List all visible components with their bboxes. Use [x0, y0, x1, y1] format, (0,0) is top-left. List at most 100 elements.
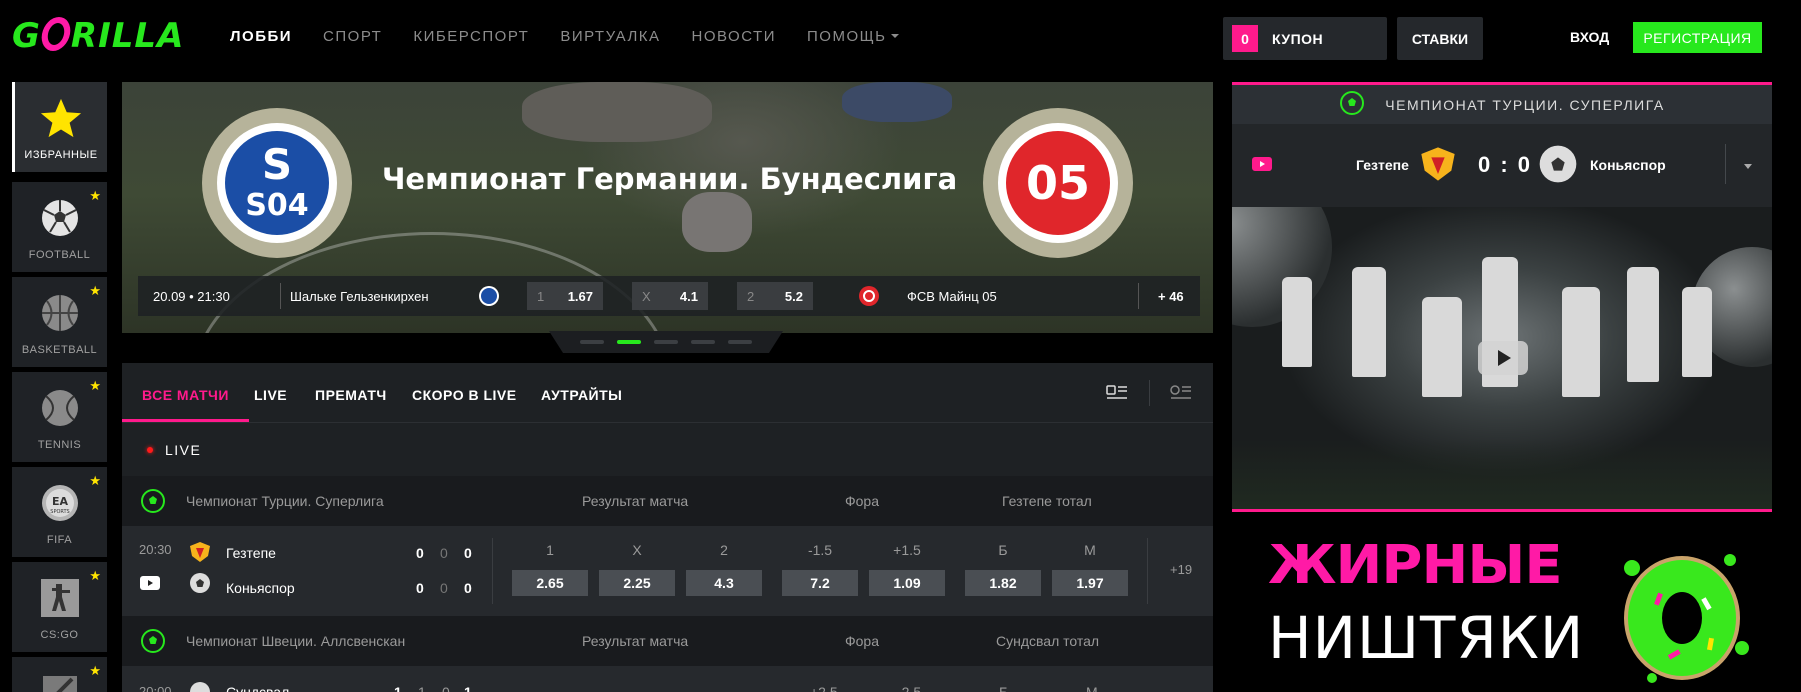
top-header: G RILLA ЛОББИ СПОРТ КИБЕРСПОРТ ВИРТУАЛКА …: [0, 0, 1801, 76]
widget-league-header: ЧЕМПИОНАТ ТУРЦИИ. СУПЕРЛИГА: [1232, 85, 1772, 124]
svg-text:SPORTS: SPORTS: [50, 509, 69, 515]
matches-panel: ВСЕ МАТЧИ LIVE ПРЕМАТЧ СКОРО В LIVE АУТР…: [122, 363, 1213, 692]
match-row[interactable]: 20:30 Гезтепе Коньяспор 0 0 0 0 0 0 1 2.…: [122, 526, 1213, 616]
tab-prematch[interactable]: ПРЕМАТЧ: [315, 387, 387, 403]
football-icon: [140, 628, 166, 657]
tab-outrights[interactable]: АУТРАЙТЫ: [541, 387, 622, 403]
sidebar-item-fifa[interactable]: ★ EA SPORTS FIFA: [12, 467, 107, 557]
match-time: 20:30: [139, 542, 172, 557]
tab-live[interactable]: LIVE: [254, 387, 287, 403]
odd-button[interactable]: 2.25: [599, 570, 675, 596]
odd-value: 5.2: [784, 288, 803, 304]
goztepe-logo: [188, 540, 212, 567]
market-label: Б: [999, 684, 1009, 692]
nav-sport[interactable]: СПОРТ: [323, 28, 382, 45]
league-header-turkey[interactable]: Чемпионат Турции. Суперлига Результат ма…: [122, 476, 1213, 526]
sidebar-item-football[interactable]: ★ FOOTBALL: [12, 182, 107, 272]
match-time: 20:00: [139, 684, 172, 692]
tab-all-matches[interactable]: ВСЕ МАТЧИ: [122, 387, 249, 422]
live-indicator-icon: [147, 446, 153, 453]
sidebar-item-dota[interactable]: ★: [12, 657, 107, 692]
pager-dot[interactable]: [580, 340, 604, 344]
nav-help[interactable]: ПОМОЩЬ: [807, 28, 899, 45]
sort-by-time-icon[interactable]: [1170, 383, 1192, 401]
nav-lobby[interactable]: ЛОББИ: [230, 28, 292, 45]
more-markets-link[interactable]: + 46: [1158, 289, 1184, 304]
market-label: -2.5: [897, 684, 922, 692]
divider: [492, 538, 493, 604]
video-player[interactable]: [1232, 207, 1772, 509]
favorite-star-icon[interactable]: ★: [89, 284, 101, 297]
match-row[interactable]: 20:00 Сундсвал 1 1 0 1 +2.5 -2.5 Б М: [122, 666, 1213, 692]
favorite-star-icon[interactable]: ★: [89, 474, 101, 487]
sidebar-item-basketball[interactable]: ★ BASKETBALL: [12, 277, 107, 367]
gorilla-logo[interactable]: G RILLA: [12, 16, 184, 56]
player-figure-decor: [1352, 267, 1386, 377]
player-figure-decor: [1627, 267, 1659, 382]
odd-button[interactable]: 1.82: [965, 570, 1041, 596]
svg-text:EA: EA: [51, 495, 68, 508]
football-icon: [1339, 90, 1365, 119]
odd-button-x[interactable]: X 4.1: [632, 282, 708, 310]
widget-score: 0 : 0: [1478, 152, 1533, 177]
football-icon: [38, 196, 82, 240]
svg-text:S04: S04: [245, 188, 308, 223]
away-team-name: Коньяспор: [226, 580, 295, 596]
more-markets-link[interactable]: +19: [1170, 562, 1192, 577]
sidebar-item-favorites[interactable]: ИЗБРАННЫЕ: [12, 82, 107, 172]
player-figure-decor: [1422, 297, 1462, 397]
player-figure-decor: [1682, 287, 1712, 377]
video-stream-icon[interactable]: [140, 576, 160, 593]
odd-key: X: [642, 288, 651, 304]
sidebar-item-tennis[interactable]: ★ TENNIS: [12, 372, 107, 462]
chevron-down-icon[interactable]: [1744, 164, 1752, 169]
pager-dot[interactable]: [654, 340, 678, 344]
market-header-result: Результат матча: [582, 633, 689, 649]
away-score-period: 0: [440, 580, 448, 596]
sort-by-league-icon[interactable]: [1106, 383, 1128, 401]
register-button[interactable]: РЕГИСТРАЦИЯ: [1633, 22, 1762, 53]
odd-button[interactable]: 2.65: [512, 570, 588, 596]
home-team-name: Шальке Гельзенкирхен: [290, 288, 429, 304]
divider: [1149, 380, 1150, 406]
odd-button[interactable]: 1.97: [1052, 570, 1128, 596]
basketball-icon: [38, 291, 82, 335]
player-figure-decor: [1562, 287, 1600, 397]
favorite-star-icon[interactable]: ★: [89, 189, 101, 202]
login-link[interactable]: ВХОД: [1570, 29, 1609, 45]
logo-text-start: G: [12, 16, 41, 56]
odd-key: 1: [537, 288, 545, 304]
league-header-sweden[interactable]: Чемпионат Швеции. Аллсвенскан Результат …: [122, 616, 1213, 666]
featured-match-banner[interactable]: S S04 Чемпионат Германии. Бундеслига 05 2…: [122, 82, 1213, 333]
odd-button[interactable]: 4.3: [686, 570, 762, 596]
nav-help-label: ПОМОЩЬ: [807, 28, 887, 45]
odd-button[interactable]: 1.09: [869, 570, 945, 596]
favorite-star-icon[interactable]: ★: [89, 379, 101, 392]
sundsvall-logo: [188, 680, 212, 692]
player-boot-decor: [842, 82, 952, 122]
tab-soon-live[interactable]: СКОРО В LIVE: [412, 387, 517, 403]
schalke-logo: S S04: [202, 108, 352, 258]
pager-dot[interactable]: [728, 340, 752, 344]
market-label: +2.5: [810, 684, 838, 692]
market-label: М: [1084, 542, 1096, 558]
play-button[interactable]: [1478, 341, 1528, 375]
coupon-button[interactable]: 0 КУПОН: [1223, 17, 1387, 60]
odd-button-2[interactable]: 2 5.2: [737, 282, 813, 310]
odd-button[interactable]: 7.2: [782, 570, 858, 596]
mainz-mini-logo: [858, 285, 880, 310]
favorite-star-icon[interactable]: ★: [89, 664, 101, 677]
favorite-star-icon[interactable]: ★: [89, 569, 101, 582]
pager-dot-active[interactable]: [617, 340, 641, 344]
widget-away-team: Коньяспор: [1590, 157, 1666, 173]
pager-dot[interactable]: [691, 340, 715, 344]
nav-news[interactable]: НОВОСТИ: [692, 28, 776, 45]
nav-esport[interactable]: КИБЕРСПОРТ: [413, 28, 529, 45]
video-stream-icon[interactable]: [1252, 157, 1272, 176]
sidebar-item-csgo[interactable]: ★ CS:GO: [12, 562, 107, 652]
nav-virtual[interactable]: ВИРТУАЛКА: [560, 28, 660, 45]
goztepe-logo: [1418, 144, 1458, 189]
promo-banner[interactable]: ЖИРНЫЕ НИШТЯКИ: [1232, 518, 1772, 692]
odd-button-1[interactable]: 1 1.67: [527, 282, 603, 310]
bets-button[interactable]: СТАВКИ: [1397, 17, 1483, 60]
